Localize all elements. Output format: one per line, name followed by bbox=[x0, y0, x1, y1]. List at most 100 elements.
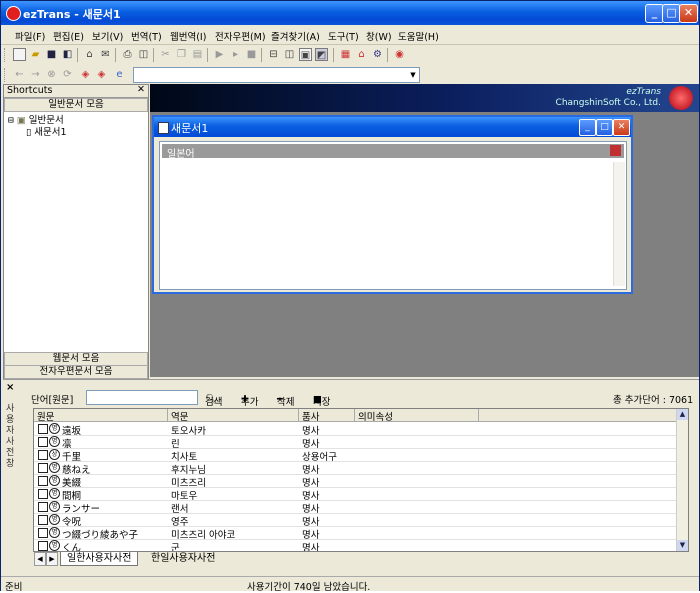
source-editor[interactable]: 일본어 bbox=[159, 141, 627, 290]
table-row[interactable]: 명 令呪 영주 명사 bbox=[34, 513, 676, 528]
building-icon[interactable]: ⌂ bbox=[355, 48, 368, 61]
row-checkbox[interactable] bbox=[38, 489, 48, 499]
table-row[interactable]: 명 つ綴づり綾あや子 미츠즈리 아야코 명사 bbox=[34, 526, 676, 541]
close-button[interactable]: ✕ bbox=[679, 4, 698, 23]
row-checkbox[interactable] bbox=[38, 502, 48, 512]
scroll-up-icon[interactable]: ▲ bbox=[677, 409, 688, 420]
menu-bar: 파일(F) 편집(E) 보기(V) 번역(T) 웹번역(I) 전자우편(M) 즐… bbox=[1, 25, 699, 45]
editor-scrollbar[interactable] bbox=[613, 162, 625, 286]
row-checkbox[interactable] bbox=[38, 476, 48, 486]
tool-icon[interactable]: ⚙ bbox=[371, 48, 384, 61]
shortcuts-header: Shortcuts ✕ bbox=[4, 84, 148, 98]
scroll-down-icon[interactable]: ▼ bbox=[677, 540, 688, 551]
stop-loading-icon[interactable]: ⊗ bbox=[45, 68, 58, 81]
layout-icon[interactable]: ▣ bbox=[299, 48, 312, 61]
tree-expander-icon[interactable]: ⊟ bbox=[8, 115, 14, 126]
dictionary-grid: 원문 역문 품사 의미속성 명 遠坂 토오사카 명사 명 凛 린 명사 상 千里 치사토 상용어구 명 慈… bbox=[33, 408, 689, 552]
document-icon: ▯ bbox=[26, 127, 32, 138]
table-row[interactable]: 명 間桐 마토우 명사 bbox=[34, 487, 676, 502]
web-translate-icon[interactable]: ◈ bbox=[79, 68, 92, 81]
column-target[interactable]: 역문 bbox=[168, 409, 299, 423]
app-icon[interactable] bbox=[6, 6, 21, 21]
logo-button-icon[interactable]: ◉ bbox=[393, 48, 406, 61]
menu-edit[interactable]: 편집(E) bbox=[53, 29, 84, 43]
step-icon[interactable]: ▸ bbox=[229, 48, 242, 61]
row-checkbox[interactable] bbox=[38, 424, 48, 434]
tab-kr-jp-dictionary[interactable]: 한일사용자사전 bbox=[145, 552, 221, 565]
column-source[interactable]: 원문 bbox=[34, 409, 168, 423]
internet-explorer-icon[interactable]: e bbox=[113, 68, 126, 81]
mail-icon[interactable]: ✉ bbox=[99, 48, 112, 61]
document-window: 새문서1 _ □ ✕ 일본어 bbox=[152, 115, 633, 294]
new-document-icon[interactable] bbox=[13, 48, 26, 61]
word-label: 단어[원문] bbox=[31, 395, 74, 406]
copy-icon[interactable]: ❐ bbox=[175, 48, 188, 61]
grid-scrollbar[interactable]: ▲ ▼ bbox=[676, 409, 688, 551]
translate-icon[interactable] bbox=[610, 145, 621, 156]
menu-tools[interactable]: 도구(T) bbox=[328, 29, 359, 43]
tab-jp-kr-dictionary[interactable]: 일한사용자사전 bbox=[60, 552, 139, 566]
row-checkbox[interactable] bbox=[38, 541, 48, 551]
menu-file[interactable]: 파일(F) bbox=[15, 29, 45, 43]
print-icon[interactable]: ⎙ bbox=[121, 48, 134, 61]
split-vertical-icon[interactable]: ◫ bbox=[283, 48, 296, 61]
column-semantic[interactable]: 의미속성 bbox=[355, 409, 479, 423]
tab-prev-icon[interactable]: ◀ bbox=[34, 552, 46, 566]
email-docs-group[interactable]: 전자우편문서 모음 bbox=[4, 365, 148, 379]
refresh-icon[interactable]: ⟳ bbox=[61, 68, 74, 81]
save-all-icon[interactable]: ◧ bbox=[61, 48, 74, 61]
toolbar-grip[interactable] bbox=[4, 48, 8, 62]
menu-favorites[interactable]: 즐겨찾기(A) bbox=[271, 29, 320, 43]
address-combo[interactable]: ▼ bbox=[133, 67, 420, 83]
row-checkbox[interactable] bbox=[38, 450, 48, 460]
play-icon[interactable]: ▶ bbox=[213, 48, 226, 61]
menu-web-translate[interactable]: 웹번역(I) bbox=[170, 29, 206, 43]
table-row[interactable]: 명 遠坂 토오사카 명사 bbox=[34, 422, 676, 437]
print-preview-icon[interactable]: ◫ bbox=[137, 48, 150, 61]
web-translate-all-icon[interactable]: ◈ bbox=[95, 68, 108, 81]
row-checkbox[interactable] bbox=[38, 463, 48, 473]
row-type-badge: 명 bbox=[49, 423, 60, 434]
doc-minimize-button[interactable]: _ bbox=[579, 119, 596, 136]
dictionary-icon[interactable]: ◩ bbox=[315, 48, 328, 61]
word-input[interactable] bbox=[86, 390, 198, 405]
menu-view[interactable]: 보기(V) bbox=[92, 29, 123, 43]
row-checkbox[interactable] bbox=[38, 437, 48, 447]
column-pos[interactable]: 품사 bbox=[299, 409, 355, 423]
split-horizontal-icon[interactable]: ⊟ bbox=[267, 48, 280, 61]
back-icon[interactable]: ← bbox=[13, 68, 26, 81]
open-folder-icon[interactable]: ▰ bbox=[29, 48, 42, 61]
table-row[interactable]: 명 美綴 미츠즈리 명사 bbox=[34, 474, 676, 489]
title-bar[interactable]: ezTrans - 새문서1 _ □ ✕ bbox=[1, 1, 699, 25]
document-title-bar[interactable]: 새문서1 _ □ ✕ bbox=[154, 117, 631, 137]
row-checkbox[interactable] bbox=[38, 515, 48, 525]
chevron-down-icon[interactable]: ▼ bbox=[407, 68, 419, 82]
tab-next-icon[interactable]: ▶ bbox=[46, 552, 58, 566]
menu-translate[interactable]: 번역(T) bbox=[131, 29, 162, 43]
document-tool-icon[interactable]: ▦ bbox=[339, 48, 352, 61]
table-row[interactable]: 명 くん 군 명사 bbox=[34, 539, 676, 551]
table-row[interactable]: 명 凛 린 명사 bbox=[34, 435, 676, 450]
row-checkbox[interactable] bbox=[38, 528, 48, 538]
table-row[interactable]: 상 千里 치사토 상용어구 bbox=[34, 448, 676, 463]
menu-window[interactable]: 창(W) bbox=[366, 29, 392, 43]
menu-email[interactable]: 전자우편(M) bbox=[215, 29, 266, 43]
stop-icon[interactable]: ■ bbox=[245, 48, 258, 61]
dictionary-close-icon[interactable]: × bbox=[6, 382, 14, 393]
web-toolbar-grip[interactable] bbox=[4, 68, 8, 82]
open-web-icon[interactable]: ⌂ bbox=[83, 48, 96, 61]
doc-close-button[interactable]: ✕ bbox=[613, 119, 630, 136]
tree-child[interactable]: ▯ 새문서1 bbox=[26, 124, 67, 138]
save-icon[interactable]: ■ bbox=[45, 48, 58, 61]
doc-maximize-button[interactable]: □ bbox=[596, 119, 613, 136]
row-type-badge: 명 bbox=[49, 501, 60, 512]
menu-help[interactable]: 도움말(H) bbox=[398, 29, 439, 43]
table-row[interactable]: 명 慈ねえ 후지누님 명사 bbox=[34, 461, 676, 476]
forward-icon[interactable]: → bbox=[29, 68, 42, 81]
cut-icon[interactable]: ✂ bbox=[159, 48, 172, 61]
paste-icon[interactable]: ▤ bbox=[191, 48, 204, 61]
web-docs-group[interactable]: 웹문서 모음 bbox=[4, 352, 148, 366]
table-row[interactable]: 명 ランサー 랜서 명사 bbox=[34, 500, 676, 515]
general-docs-group[interactable]: 일반문서 모음 bbox=[4, 98, 148, 112]
shortcuts-close-icon[interactable]: ✕ bbox=[137, 84, 145, 95]
